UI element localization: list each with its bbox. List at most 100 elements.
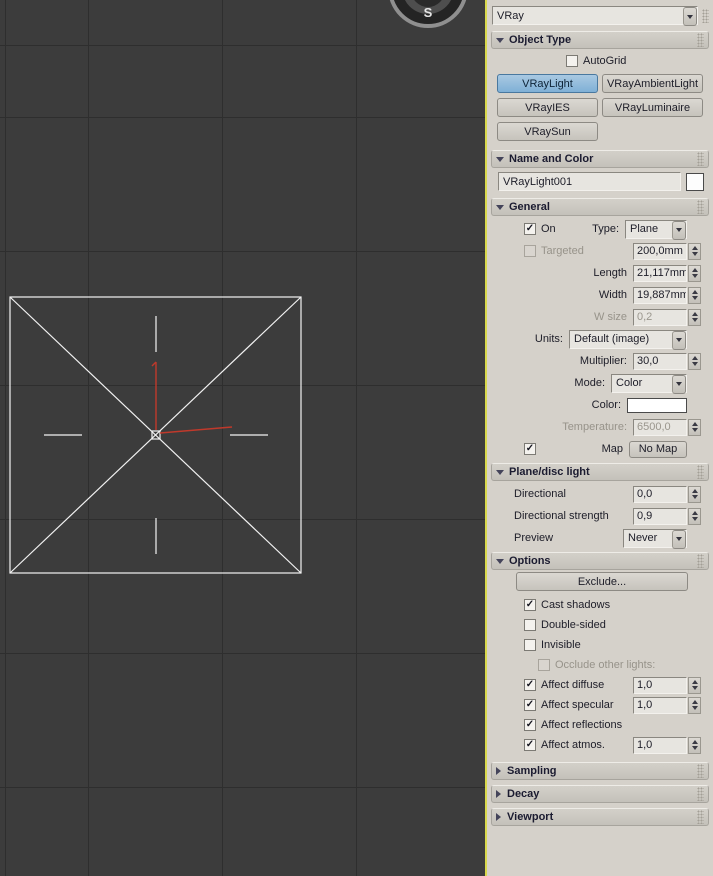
object-name-input[interactable] <box>498 172 681 191</box>
chevron-down-icon[interactable] <box>672 220 686 240</box>
double-sided-label: Double-sided <box>541 619 606 631</box>
vraylight-button[interactable]: VRayLight <box>497 74 598 93</box>
chevron-down-icon[interactable] <box>672 330 686 350</box>
on-checkbox[interactable] <box>524 223 536 235</box>
rollout-title: Viewport <box>507 811 554 823</box>
vrayies-button[interactable]: VRayIES <box>497 98 598 117</box>
autogrid-checkbox[interactable] <box>566 55 578 67</box>
rollout-header-object-type[interactable]: Object Type <box>491 31 709 49</box>
cast-shadows-row: Cast shadows <box>490 595 710 615</box>
rollout-header-general[interactable]: General <box>491 198 709 216</box>
directional-strength-spinner[interactable] <box>688 507 701 525</box>
temperature-field[interactable]: 6500,0 <box>633 418 687 436</box>
length-field[interactable]: 21,117mm <box>633 264 687 282</box>
multiplier-spinner[interactable] <box>688 352 701 370</box>
temperature-label: Temperature: <box>562 421 627 433</box>
units-row: Units: Default (image) <box>490 328 710 350</box>
affect-diffuse-spinner[interactable] <box>688 676 701 694</box>
directional-label: Directional <box>514 488 566 500</box>
chevron-down-icon[interactable] <box>672 529 686 549</box>
double-sided-row: Double-sided <box>490 615 710 635</box>
type-dropdown-value: Plane <box>630 223 659 235</box>
preview-dropdown[interactable]: Never <box>623 528 687 549</box>
directional-strength-row: Directional strength 0,9 <box>490 505 710 527</box>
rollout-header-options[interactable]: Options <box>491 552 709 570</box>
vraysun-button[interactable]: VRaySun <box>497 122 598 141</box>
double-sided-checkbox[interactable] <box>524 619 536 631</box>
autogrid-label: AutoGrid <box>583 55 627 67</box>
vraysun-icon[interactable]: S <box>389 0 467 28</box>
affect-specular-spinner[interactable] <box>688 696 701 714</box>
grip-handle <box>697 200 704 214</box>
target-distance-spinner[interactable] <box>688 242 701 260</box>
length-spinner[interactable] <box>688 264 701 282</box>
length-label: Length <box>593 267 627 279</box>
rollout-header-sampling[interactable]: Sampling <box>491 762 709 780</box>
affect-diffuse-row: Affect diffuse 1,0 <box>490 675 710 695</box>
invisible-checkbox[interactable] <box>524 639 536 651</box>
rollout-open-arrow-icon <box>496 204 504 210</box>
map-button[interactable]: No Map <box>629 440 687 458</box>
wsize-field[interactable]: 0,2 <box>633 308 687 326</box>
rollout-header-name-color[interactable]: Name and Color <box>491 150 709 168</box>
width-field[interactable]: 19,887mm <box>633 286 687 304</box>
targeted-checkbox[interactable] <box>524 245 536 257</box>
target-distance-field[interactable]: 200,0mm <box>633 242 687 260</box>
rollout-title: Object Type <box>509 34 572 46</box>
type-label: Type: <box>592 223 619 235</box>
rollout-open-arrow-icon <box>496 156 504 162</box>
targeted-row: Targeted 200,0mm <box>490 240 710 262</box>
multiplier-label: Multiplier: <box>579 355 627 367</box>
vrayambientlight-button[interactable]: VRayAmbientLight <box>602 74 703 93</box>
rollout-header-plane-disc[interactable]: Plane/disc light <box>491 463 709 481</box>
directional-spinner[interactable] <box>688 485 701 503</box>
affect-atmos-spinner[interactable] <box>688 736 701 754</box>
units-dropdown[interactable]: Default (image) <box>569 329 687 350</box>
affect-diffuse-field[interactable]: 1,0 <box>633 676 687 694</box>
units-label: Units: <box>534 333 563 345</box>
directional-strength-field[interactable]: 0,9 <box>633 507 687 525</box>
rollout-title: Sampling <box>507 765 557 777</box>
rollout-header-viewport[interactable]: Viewport <box>491 808 709 826</box>
wsize-spinner[interactable] <box>688 308 701 326</box>
preview-row: Preview Never <box>490 527 710 549</box>
rollout-header-decay[interactable]: Decay <box>491 785 709 803</box>
grip-handle <box>697 465 704 479</box>
directional-field[interactable]: 0,0 <box>633 485 687 503</box>
affect-diffuse-checkbox[interactable] <box>524 679 536 691</box>
affect-specular-checkbox[interactable] <box>524 699 536 711</box>
multiplier-field[interactable]: 30,0 <box>633 352 687 370</box>
width-spinner[interactable] <box>688 286 701 304</box>
affect-specular-label: Affect specular <box>541 699 614 711</box>
object-color-swatch[interactable] <box>686 172 704 191</box>
affect-atmos-field[interactable]: 1,0 <box>633 736 687 754</box>
temperature-row: Temperature: 6500,0 <box>490 416 710 438</box>
viewport-canvas[interactable]: S <box>0 0 485 876</box>
object-type-buttons: VRayLight VRayAmbientLight VRayIES VRayL… <box>490 71 710 147</box>
map-checkbox[interactable] <box>524 443 536 455</box>
affect-specular-field[interactable]: 1,0 <box>633 696 687 714</box>
vray-plane-light-object[interactable] <box>9 296 302 574</box>
chevron-down-icon[interactable] <box>683 7 697 26</box>
mode-row: Mode: Color <box>490 372 710 394</box>
vrayluminaire-button[interactable]: VRayLuminaire <box>602 98 703 117</box>
affect-atmos-label: Affect atmos. <box>541 739 605 751</box>
category-dropdown-value: VRay <box>497 9 524 22</box>
units-dropdown-value: Default (image) <box>574 333 650 345</box>
mode-dropdown[interactable]: Color <box>611 373 687 394</box>
targeted-label: Targeted <box>541 245 584 257</box>
affect-atmos-checkbox[interactable] <box>524 739 536 751</box>
rollout-closed-arrow-icon <box>496 790 501 798</box>
temperature-spinner[interactable] <box>688 418 701 436</box>
light-color-swatch[interactable] <box>627 397 687 413</box>
color-label: Color: <box>591 399 621 411</box>
chevron-down-icon[interactable] <box>672 374 686 394</box>
map-label: Map <box>601 443 623 455</box>
affect-reflections-checkbox[interactable] <box>524 719 536 731</box>
rollout-title: Decay <box>507 788 540 800</box>
category-dropdown[interactable]: VRay <box>492 6 698 26</box>
type-dropdown[interactable]: Plane <box>625 219 687 240</box>
occlude-checkbox[interactable] <box>538 659 550 671</box>
exclude-button[interactable]: Exclude... <box>516 572 688 591</box>
cast-shadows-checkbox[interactable] <box>524 599 536 611</box>
